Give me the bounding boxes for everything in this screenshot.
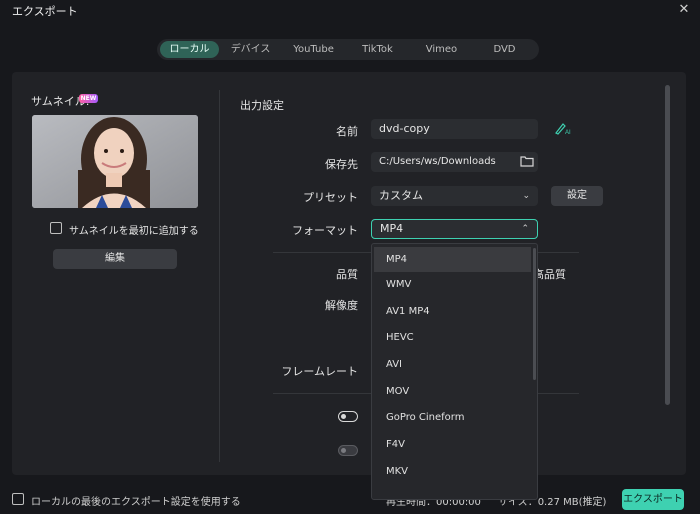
ai-rename-icon[interactable]: AI xyxy=(554,120,572,136)
add-thumbnail-first-checkbox[interactable] xyxy=(50,222,62,234)
thumbnail-image[interactable] xyxy=(32,115,198,208)
edit-thumbnail-button[interactable]: 編集 xyxy=(53,249,177,269)
tab-vimeo[interactable]: Vimeo xyxy=(410,41,473,58)
format-select[interactable]: MP4 ⌃ xyxy=(371,219,538,239)
format-option-mov[interactable]: MOV xyxy=(372,379,537,406)
name-input[interactable]: dvd-copy xyxy=(371,119,538,139)
panel-scrollbar[interactable] xyxy=(665,85,670,405)
window-title: エクスポート xyxy=(12,5,78,18)
format-option-gopro-cineform[interactable]: GoPro Cineform xyxy=(372,405,537,432)
title-bar: エクスポート ✕ xyxy=(0,0,700,20)
chevron-up-icon: ⌃ xyxy=(521,224,529,234)
folder-icon[interactable] xyxy=(520,155,534,167)
toggle-switch[interactable] xyxy=(338,411,358,422)
preset-label: プリセット xyxy=(303,191,358,204)
tab-youtube[interactable]: YouTube xyxy=(282,41,345,58)
format-dropdown: MP4 WMV AV1 MP4 HEVC AVI MOV GoPro Cinef… xyxy=(371,243,538,500)
new-badge: NEW xyxy=(79,94,98,103)
name-label: 名前 xyxy=(336,125,358,138)
format-option-av1-mp4[interactable]: AV1 MP4 xyxy=(372,299,537,326)
format-option-hevc[interactable]: HEVC xyxy=(372,325,537,352)
preset-select[interactable]: カスタム ⌄ xyxy=(371,186,538,206)
format-label: フォーマット xyxy=(292,224,358,237)
tab-local[interactable]: ローカル xyxy=(160,41,220,58)
export-target-tabs: ローカル デバイス YouTube TikTok Vimeo DVD xyxy=(157,39,539,60)
format-option-f4v[interactable]: F4V xyxy=(372,432,537,459)
format-option-avi[interactable]: AVI xyxy=(372,352,537,379)
format-value: MP4 xyxy=(380,222,404,235)
tab-tiktok[interactable]: TikTok xyxy=(348,41,407,58)
resolution-label: 解像度 xyxy=(325,299,358,312)
dropdown-scrollbar[interactable] xyxy=(533,248,536,380)
tab-dvd[interactable]: DVD xyxy=(476,41,533,58)
panel-divider xyxy=(219,90,220,462)
tab-device[interactable]: デバイス xyxy=(222,41,279,58)
save-location-input[interactable]: C:/Users/ws/Downloads xyxy=(371,152,538,172)
framerate-label: フレームレート xyxy=(281,365,358,378)
portrait-image xyxy=(32,115,198,208)
close-icon[interactable]: ✕ xyxy=(676,2,692,18)
quality-label: 品質 xyxy=(336,268,358,281)
chevron-down-icon: ⌄ xyxy=(522,191,530,201)
svg-text:AI: AI xyxy=(565,130,571,136)
export-button[interactable]: エクスポート xyxy=(622,489,684,510)
toggle-switch-disabled xyxy=(338,445,358,456)
format-option-mp4[interactable]: MP4 xyxy=(374,247,531,272)
output-settings-title: 出力設定 xyxy=(240,99,284,112)
format-option-mkv[interactable]: MKV xyxy=(372,459,537,486)
save-location-label: 保存先 xyxy=(325,158,358,171)
format-option-wmv[interactable]: WMV xyxy=(372,272,537,299)
use-last-settings-label: ローカルの最後のエクスポート設定を使用する xyxy=(31,497,241,508)
add-thumbnail-first-label: サムネイルを最初に追加する xyxy=(69,226,199,237)
preset-value: カスタム xyxy=(379,189,423,202)
preset-settings-button[interactable]: 設定 xyxy=(551,186,603,206)
use-last-settings-checkbox[interactable] xyxy=(12,493,24,505)
